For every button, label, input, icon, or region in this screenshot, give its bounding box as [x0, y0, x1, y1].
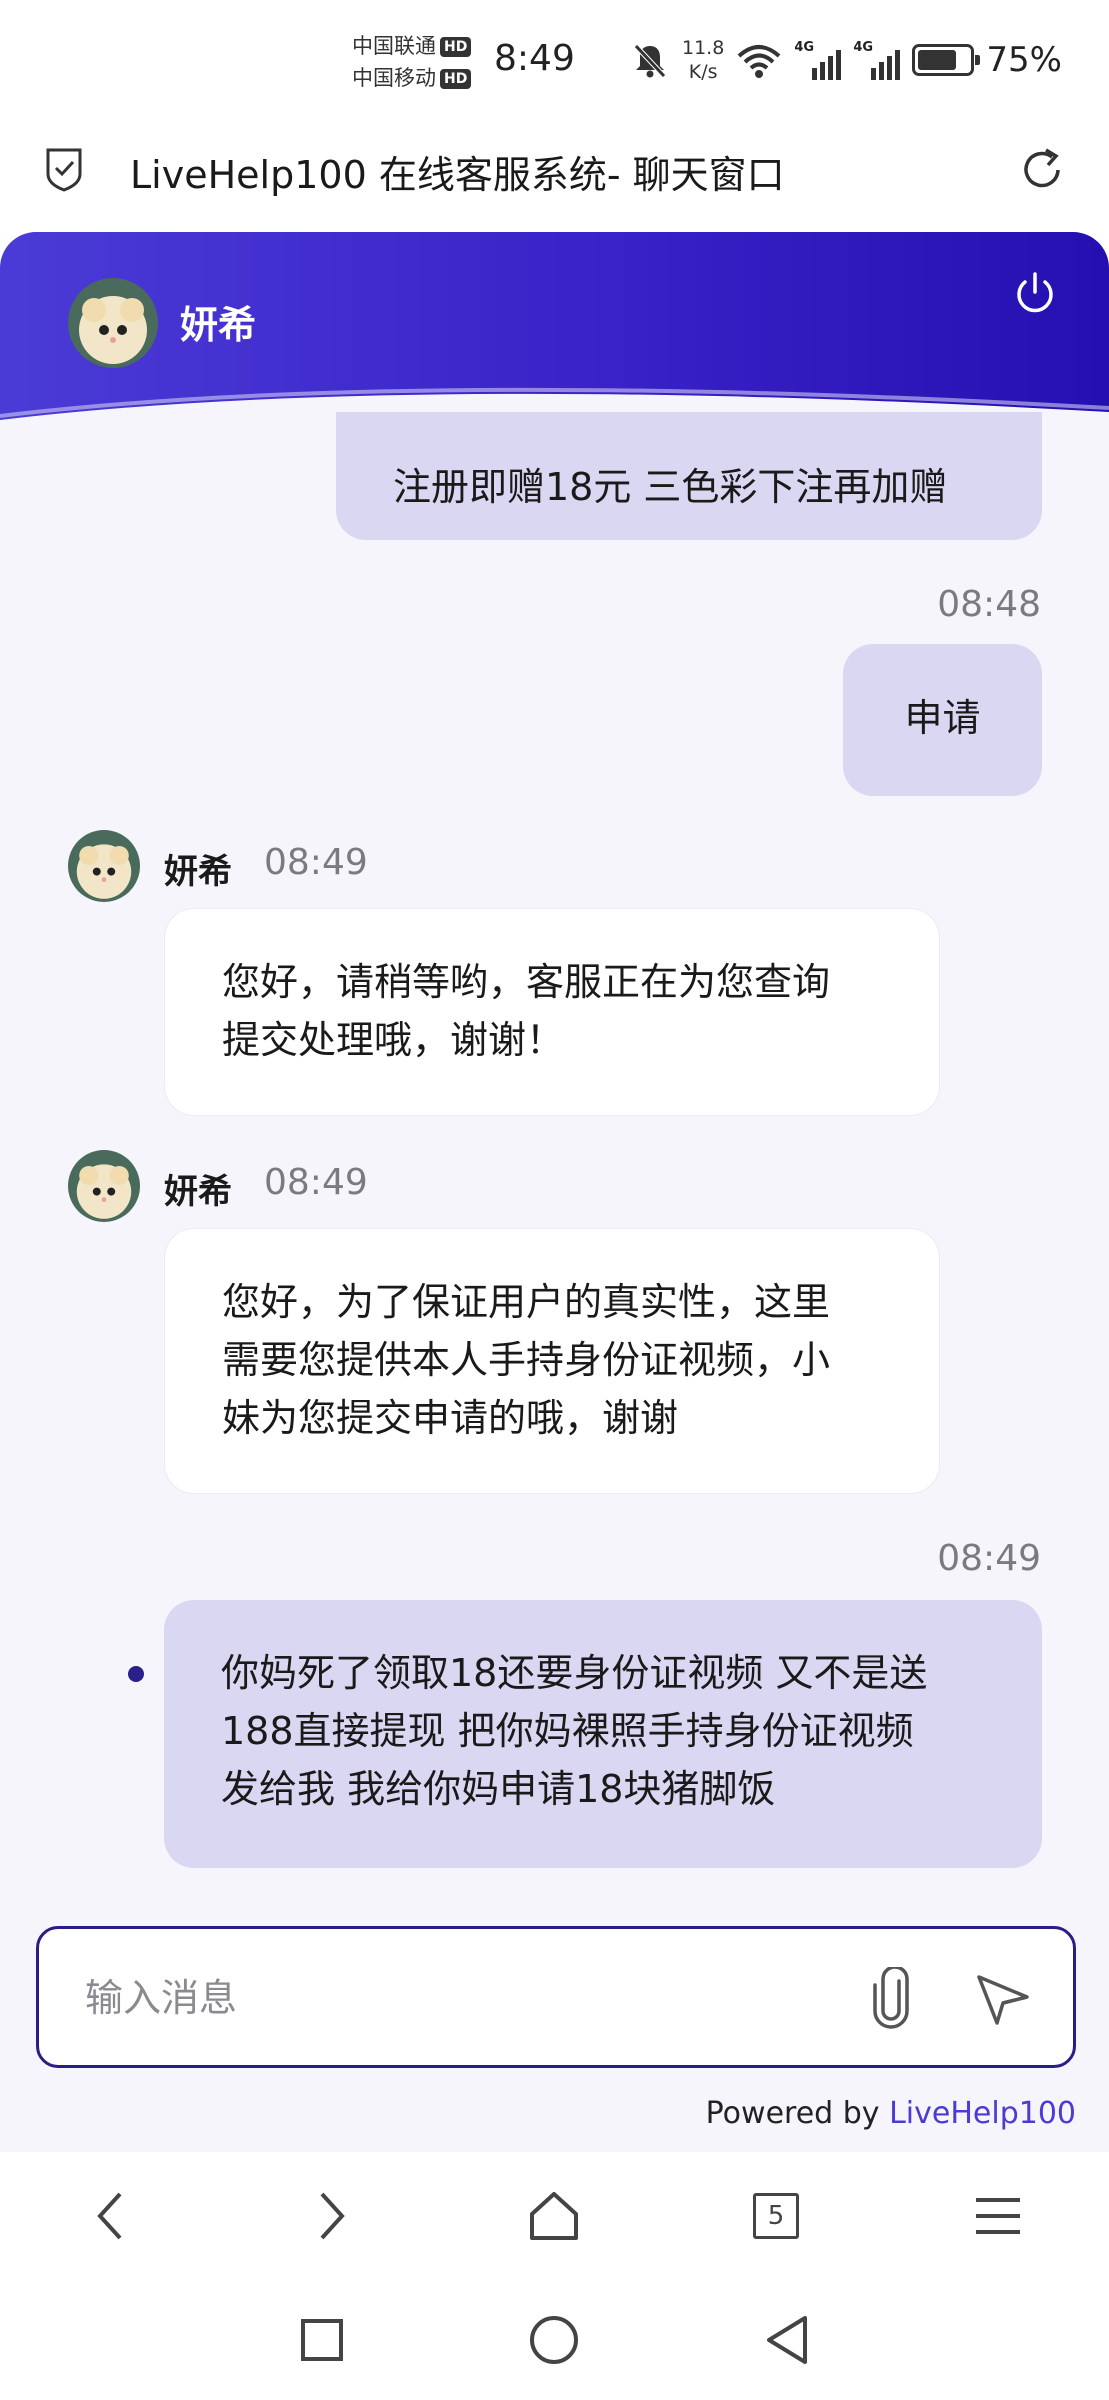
back-nav-button[interactable] — [746, 2300, 826, 2380]
page-title[interactable]: LiveHelp100 在线客服系统- 聊天窗口 — [130, 144, 785, 199]
browser-toolbar: 5 — [0, 2152, 1109, 2280]
bell-off-icon — [634, 44, 666, 78]
chat-page: 妍希 注册即赠18元 三色彩下注再加赠 08:48 申请 妍希 08:49 您好… — [0, 232, 1109, 2152]
hd-badge: HD — [440, 69, 472, 89]
battery-percent: 75% — [986, 40, 1062, 80]
agent-avatar — [68, 278, 158, 368]
menu-button[interactable] — [958, 2176, 1038, 2256]
tabs-button[interactable]: 5 — [736, 2176, 816, 2256]
powered-by: Powered by LiveHelp100 — [705, 2096, 1076, 2131]
message-input[interactable] — [85, 1965, 845, 2031]
message-time: 08:48 — [937, 584, 1041, 625]
status-bar: 中国联通 HD 中国移动 HD 8:49 11.8 K/s 4G 4G 75% — [0, 0, 1109, 120]
message-bubble-incoming: 您好，为了保证用户的真实性，这里 需要您提供本人手持身份证视频，小 妹为您提交申… — [164, 1228, 940, 1494]
message-bubble-outgoing: 你妈死了领取18还要身份证视频 又不是送 188直接提现 把你妈裸照手持身份证视… — [164, 1600, 1042, 1868]
chat-header: 妍希 — [0, 232, 1109, 462]
carrier-1: 中国联通 — [352, 34, 436, 58]
home-button[interactable] — [514, 2176, 594, 2256]
signal-icon: 4G — [794, 40, 842, 80]
system-navigation-bar — [0, 2280, 1109, 2400]
hd-badge: HD — [440, 37, 472, 57]
shield-check-icon[interactable] — [44, 146, 84, 192]
circle-icon — [530, 2316, 578, 2364]
message-bubble-incoming: 您好，请稍等哟，客服正在为您查询 提交处理哦，谢谢！ — [164, 908, 940, 1116]
carrier-2: 中国移动 — [352, 66, 436, 90]
tab-count: 5 — [767, 2201, 785, 2231]
forward-button[interactable] — [292, 2176, 372, 2256]
message-bubble-outgoing: 注册即赠18元 三色彩下注再加赠 — [336, 412, 1042, 540]
home-icon — [530, 2192, 578, 2240]
sender-name: 妍希 — [164, 852, 232, 892]
triangle-back-icon — [767, 2316, 807, 2364]
message-time: 08:49 — [264, 842, 368, 883]
message-time: 08:49 — [937, 1538, 1041, 1579]
agent-avatar — [68, 830, 140, 902]
refresh-icon[interactable] — [1016, 144, 1068, 196]
battery-icon — [912, 44, 981, 76]
brand-link[interactable]: LiveHelp100 — [889, 2096, 1076, 2131]
chevron-right-icon — [320, 2192, 345, 2240]
menu-icon — [976, 2198, 1020, 2234]
wifi-icon — [737, 45, 781, 78]
unread-dot — [128, 1666, 144, 1682]
carrier-info: 中国联通 HD 中国移动 HD — [352, 30, 472, 94]
message-time: 08:49 — [264, 1162, 368, 1203]
back-button[interactable] — [70, 2176, 150, 2256]
signal-icon: 4G — [853, 40, 901, 80]
send-icon[interactable] — [973, 1969, 1033, 2029]
home-nav-button[interactable] — [514, 2300, 594, 2380]
paperclip-icon[interactable] — [869, 1967, 913, 2029]
network-speed: 11.8 K/s — [682, 37, 725, 83]
clock: 8:49 — [494, 38, 575, 79]
chevron-left-icon — [97, 2192, 122, 2240]
status-icons: 11.8 K/s 4G 4G 75% — [630, 30, 1062, 90]
power-icon[interactable] — [1010, 268, 1060, 318]
message-bubble-outgoing: 申请 — [843, 644, 1042, 796]
signal-type: 4G — [794, 40, 815, 55]
square-icon — [301, 2319, 343, 2361]
browser-address-bar: LiveHelp100 在线客服系统- 聊天窗口 — [0, 120, 1109, 220]
message-composer — [36, 1926, 1076, 2068]
recents-button[interactable] — [282, 2300, 362, 2380]
agent-name: 妍希 — [180, 303, 257, 347]
sender-name: 妍希 — [164, 1172, 232, 1212]
agent-avatar — [68, 1150, 140, 1222]
tabs-icon: 5 — [753, 2193, 799, 2239]
